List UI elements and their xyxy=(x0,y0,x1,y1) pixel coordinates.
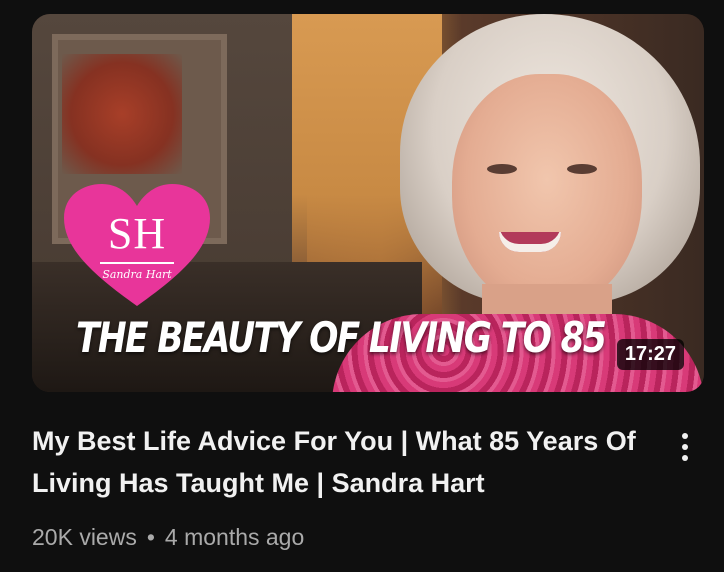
more-vertical-icon xyxy=(682,433,688,439)
logo-initials: SH xyxy=(107,209,167,258)
more-vertical-icon-dot xyxy=(682,444,688,450)
video-thumbnail[interactable]: SH Sandra Hart THE BEAUTY OF LIVING TO 8… xyxy=(32,14,704,392)
more-options-button[interactable] xyxy=(668,424,702,470)
video-metadata: 20K views • 4 months ago xyxy=(32,524,652,551)
thumbnail-eye-left xyxy=(487,164,517,174)
thumbnail-overlay-text: THE BEAUTY OF LIVING TO 85 xyxy=(76,313,607,362)
video-card: SH Sandra Hart THE BEAUTY OF LIVING TO 8… xyxy=(0,0,724,572)
view-count: 20K views xyxy=(32,524,137,550)
upload-age: 4 months ago xyxy=(164,524,305,550)
metadata-separator: • xyxy=(146,524,155,550)
channel-logo-heart: SH Sandra Hart xyxy=(62,182,212,310)
logo-signature: Sandra Hart xyxy=(102,268,172,281)
more-vertical-icon-dot xyxy=(682,455,688,461)
thumbnail-face xyxy=(452,74,642,309)
video-details: My Best Life Advice For You | What 85 Ye… xyxy=(32,420,652,551)
logo-divider xyxy=(100,262,174,264)
thumbnail-eye-right xyxy=(567,164,597,174)
duration-badge: 17:27 xyxy=(616,339,684,370)
thumbnail-artwork-red xyxy=(62,54,182,174)
video-title[interactable]: My Best Life Advice For You | What 85 Ye… xyxy=(32,420,652,504)
